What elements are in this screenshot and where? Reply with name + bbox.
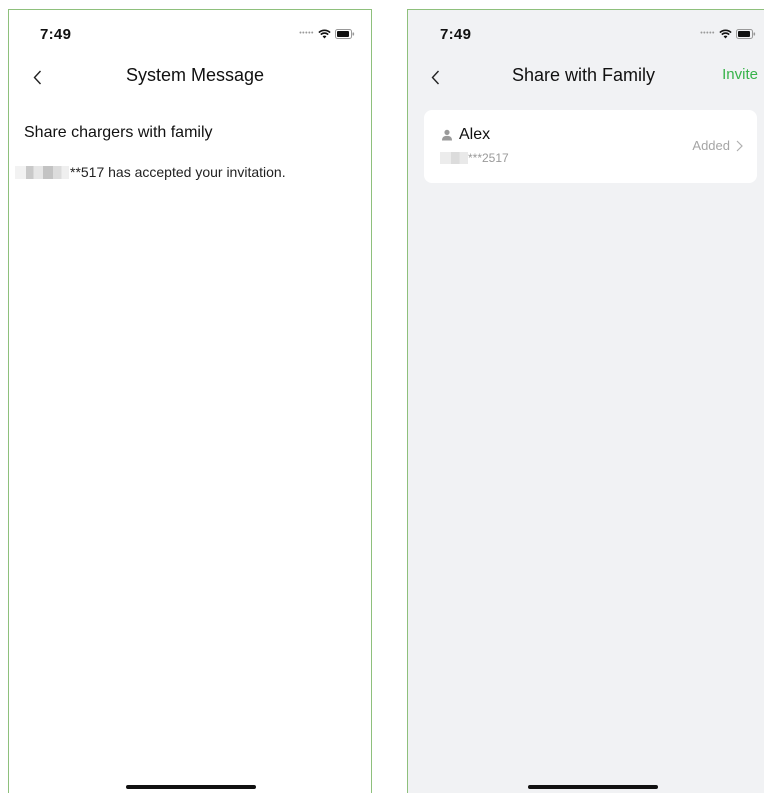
message-body: **517 has accepted your invitation. (15, 164, 286, 180)
family-member-card[interactable]: Alex ***2517 Added (424, 110, 757, 183)
member-phone-row: ***2517 (440, 151, 509, 165)
member-name-row: Alex (441, 126, 490, 144)
status-time: 7:49 (40, 26, 72, 43)
status-icons: ••••• (700, 28, 756, 40)
invite-button[interactable]: Invite (722, 66, 758, 83)
redacted-phone-prefix (15, 165, 69, 179)
member-status-row: Added (692, 138, 743, 153)
person-icon (442, 129, 452, 141)
battery-icon (335, 29, 355, 39)
signal-dots-icon: ••••• (700, 30, 715, 37)
redacted-phone-prefix (440, 152, 468, 164)
member-status: Added (692, 138, 730, 153)
message-heading: Share chargers with family (24, 124, 213, 141)
page-title: System Message (125, 65, 265, 85)
system-message-screen: 7:49 ••••• System Message Share chargers… (8, 9, 372, 793)
wifi-icon (719, 29, 732, 39)
chevron-left-icon (431, 70, 439, 84)
status-time: 7:49 (440, 26, 472, 43)
home-indicator (528, 785, 658, 789)
nav-bar: Share with Family Invite (408, 62, 764, 92)
battery-icon (736, 29, 756, 39)
nav-bar: System Message (9, 62, 371, 92)
home-indicator (126, 785, 256, 789)
status-icons: ••••• (299, 28, 355, 40)
signal-dots-icon: ••••• (299, 30, 314, 37)
wifi-icon (318, 29, 331, 39)
message-text: **517 has accepted your invitation. (70, 164, 286, 180)
chevron-right-icon (736, 140, 743, 151)
back-button[interactable] (424, 62, 446, 92)
share-with-family-screen: 7:49 ••••• Share with Family Invite Alex… (407, 9, 764, 793)
member-name: Alex (459, 126, 491, 143)
page-title: Share with Family (512, 65, 656, 85)
member-phone: ***2517 (468, 151, 509, 165)
